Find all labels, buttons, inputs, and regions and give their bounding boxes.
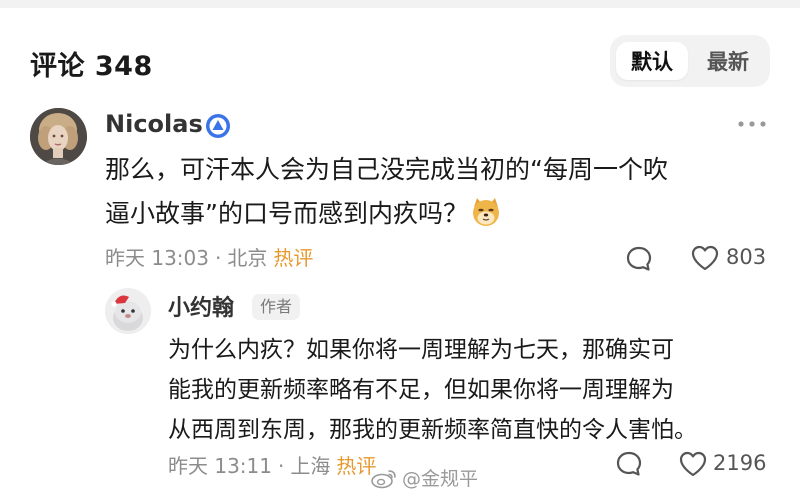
comment-text-line2-text: 逼小故事”的口号而感到内疚吗？	[105, 199, 468, 228]
meta-separator: ·	[278, 454, 285, 478]
more-options-icon[interactable]	[736, 114, 768, 134]
reply-username[interactable]: 小约翰	[168, 290, 234, 322]
comment-text-line2: 逼小故事”的口号而感到内疚吗？	[105, 192, 765, 236]
watermark-text: @金规平	[402, 468, 479, 490]
like-heart-icon[interactable]	[690, 244, 720, 272]
reply-text: 为什么内疚？如果你将一周理解为七天，那确实可 能我的更新频率略有不足，但如果你将…	[168, 330, 788, 450]
reply-meta: 昨天 13:11 · 上海 热评	[168, 450, 376, 479]
reply-text-line3: 从西周到东周，那我的更新频率简直快的令人害怕。	[168, 417, 697, 443]
doge-emoji-icon	[472, 198, 499, 226]
hot-comment-label: 热评	[273, 246, 314, 270]
like-heart-icon[interactable]	[678, 450, 708, 478]
reply-comment-icon[interactable]	[614, 449, 644, 479]
reply-like-count: 2196	[713, 451, 767, 475]
top-strip	[0, 0, 800, 8]
comment-username[interactable]: Nicolas	[105, 110, 203, 138]
comment-meta: 昨天 13:03 · 北京 热评	[105, 242, 313, 271]
sort-toggle: 默认 最新	[610, 35, 770, 87]
comment-time: 昨天 13:03	[105, 246, 209, 270]
avatar[interactable]	[30, 108, 87, 165]
comment-location: 北京	[227, 246, 268, 270]
meta-separator: ·	[215, 246, 222, 270]
sort-latest-button[interactable]: 最新	[692, 42, 764, 80]
reply-avatar[interactable]	[105, 288, 151, 334]
weibo-logo-icon	[371, 469, 396, 488]
reply-location: 上海	[290, 454, 331, 478]
comments-header: 评论 348 默认 最新	[0, 30, 800, 92]
comments-count-title: 评论 348	[30, 51, 153, 82]
comment-text: 那么，可汗本人会为自己没完成当初的“每周一个吹 逼小故事”的口号而感到内疚吗？	[105, 148, 765, 236]
reply-time: 昨天 13:11	[168, 454, 272, 478]
verified-badge-icon	[206, 114, 230, 138]
author-tag: 作者	[252, 294, 301, 320]
reply-comment-icon[interactable]	[624, 244, 654, 274]
comment-text-line1: 那么，可汗本人会为自己没完成当初的“每周一个吹	[105, 155, 668, 184]
sort-default-button[interactable]: 默认	[616, 42, 688, 80]
watermark: @金规平	[370, 464, 478, 491]
comment-like-count: 803	[726, 245, 767, 269]
reply-text-line2: 能我的更新频率略有不足，但如果你将一周理解为	[168, 377, 674, 403]
reply-text-line1: 为什么内疚？如果你将一周理解为七天，那确实可	[168, 337, 674, 363]
